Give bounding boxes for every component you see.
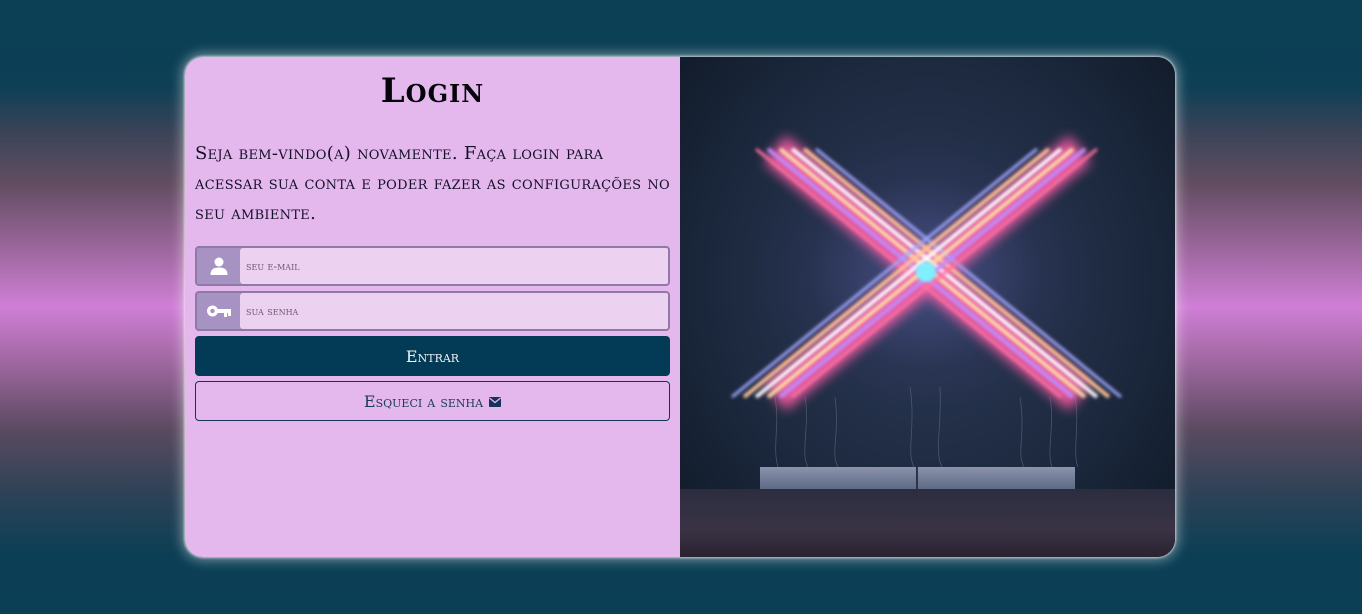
bench: [760, 467, 1075, 491]
welcome-message: Seja bem-vindo(a) novamente. Faça login …: [195, 143, 670, 224]
forgot-password-label: Esqueci a senha: [363, 391, 484, 411]
envelope-icon: [489, 392, 502, 411]
page-title: Login: [380, 71, 485, 111]
user-icon: [197, 248, 240, 284]
email-field-group: [195, 246, 670, 286]
floor: [680, 489, 1175, 557]
forgot-password-button[interactable]: Esqueci a senha: [195, 381, 670, 421]
login-card: Login Seja bem-vindo(a) novamente. Faça …: [185, 57, 1175, 557]
password-input[interactable]: [240, 293, 668, 329]
login-panel: Login Seja bem-vindo(a) novamente. Faça …: [185, 57, 680, 557]
hero-image: [680, 57, 1175, 557]
key-icon: [197, 293, 240, 329]
login-button[interactable]: Entrar: [195, 336, 670, 376]
email-input[interactable]: [240, 248, 668, 284]
password-field-group: [195, 291, 670, 331]
